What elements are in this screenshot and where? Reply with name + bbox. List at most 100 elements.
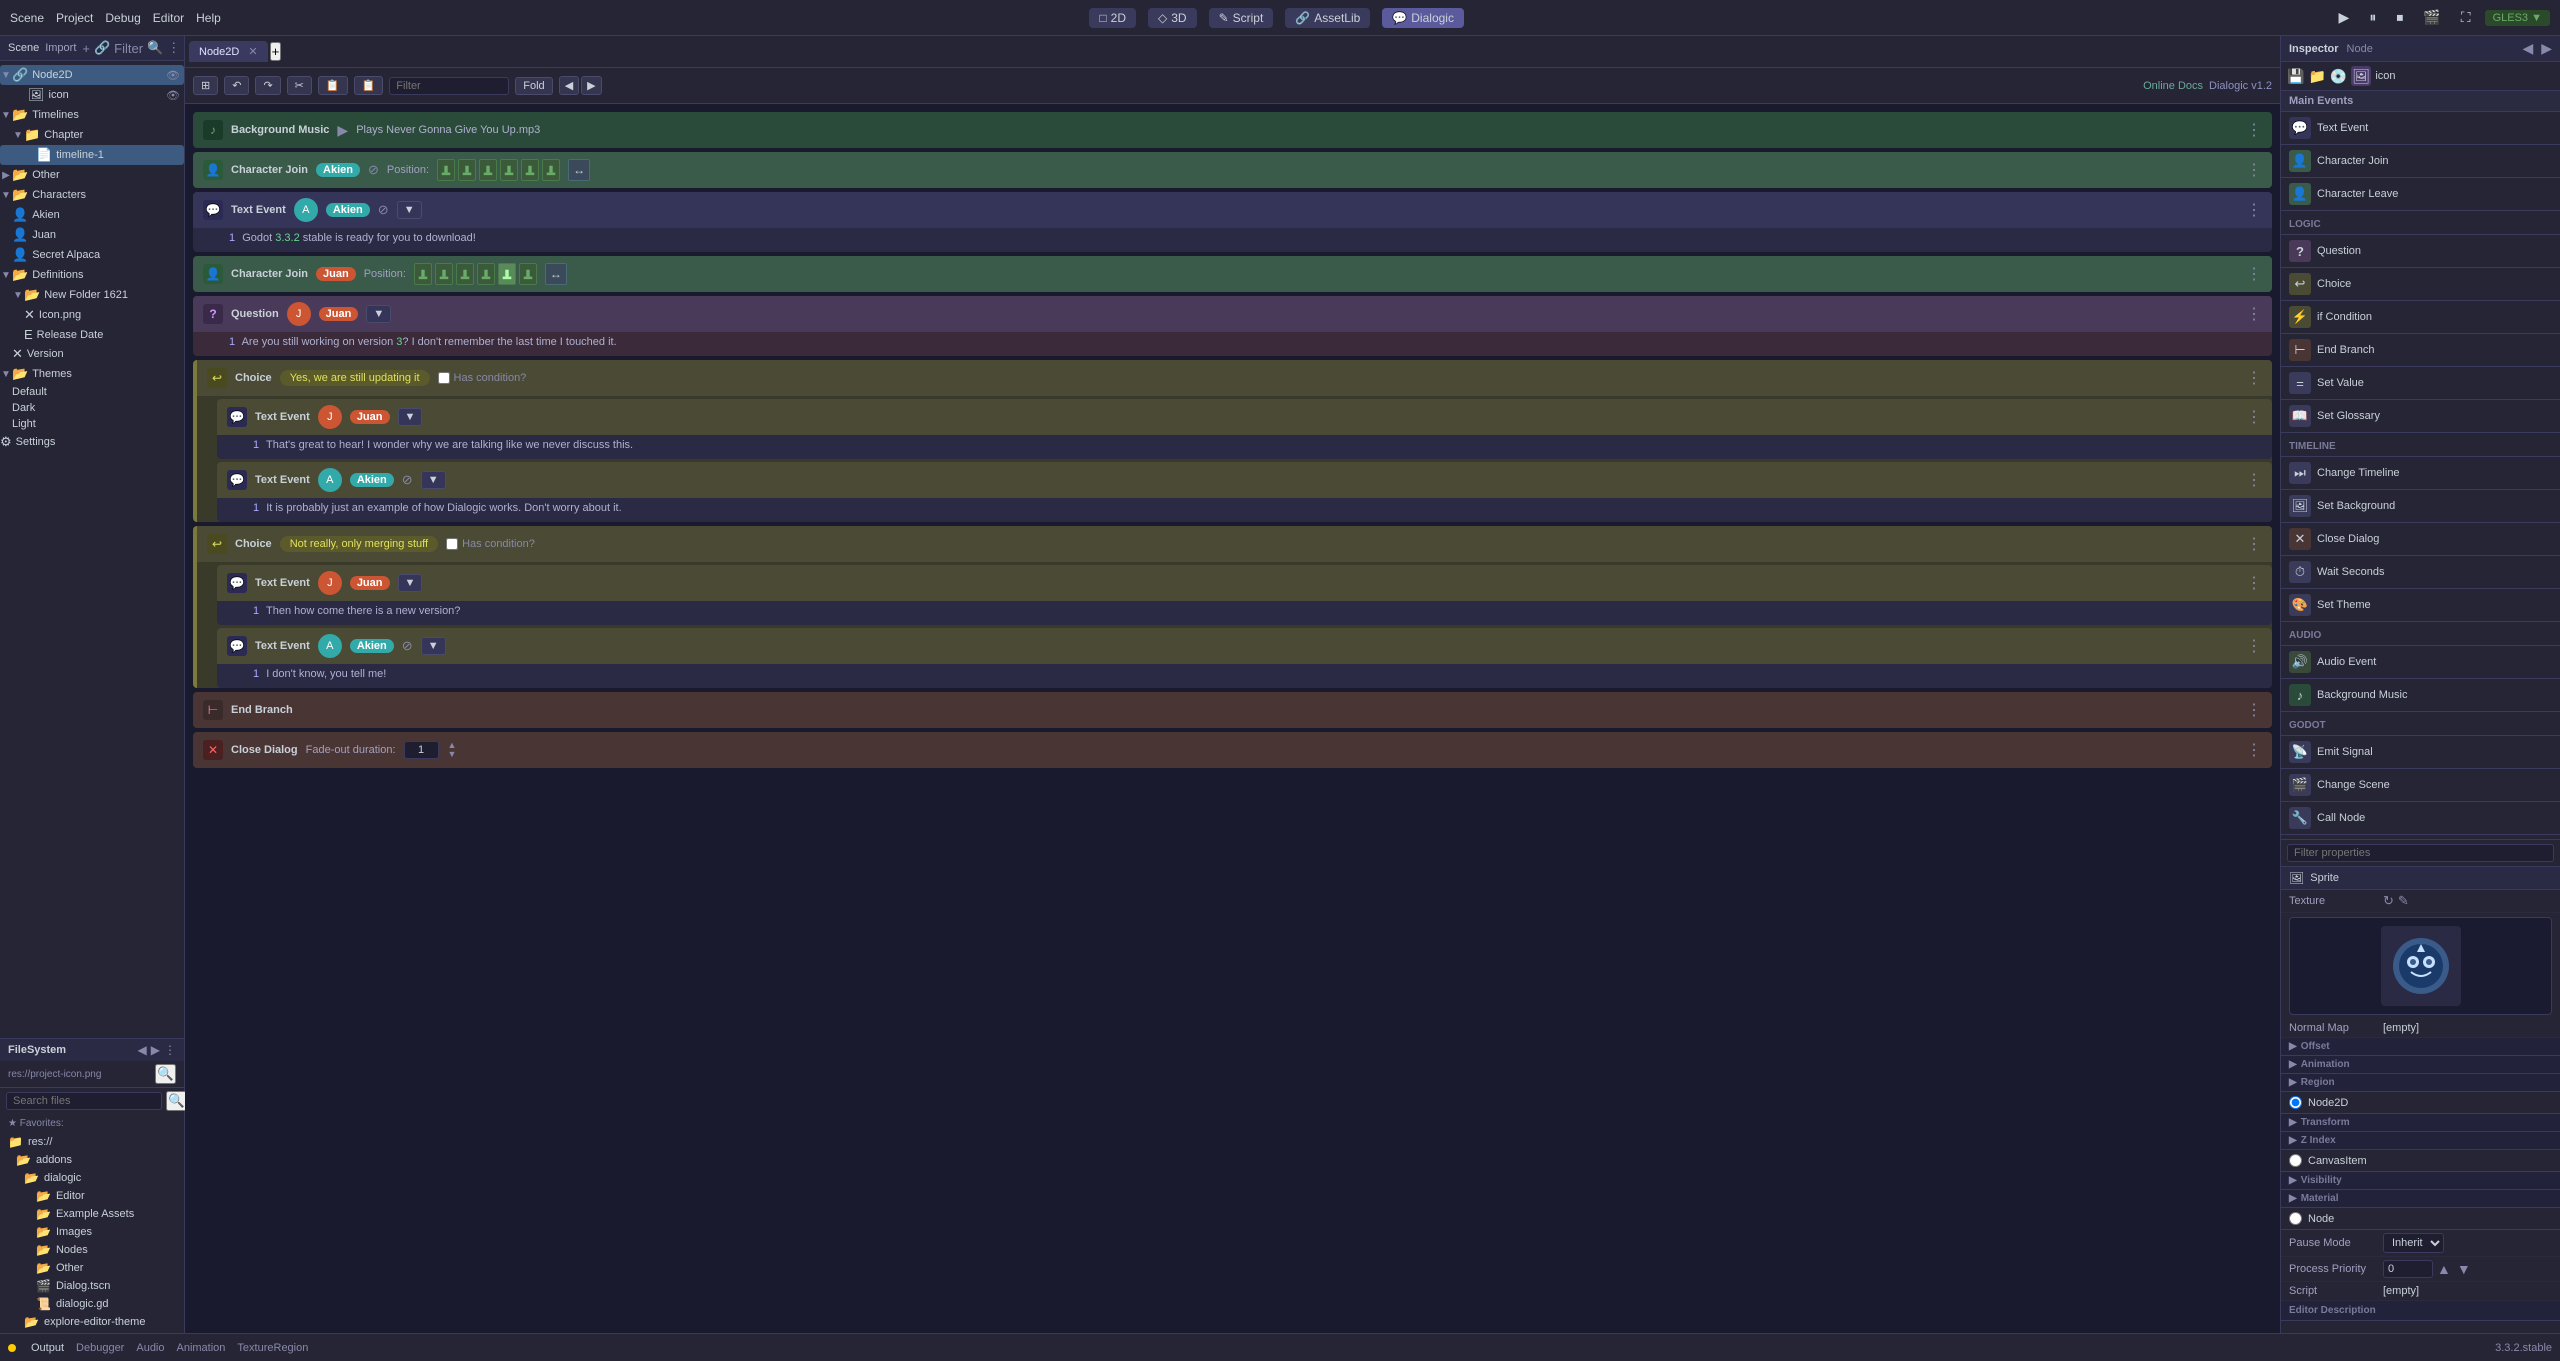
mode-script-button[interactable]: ✎ Script: [1209, 8, 1274, 28]
icon-eye-icon[interactable]: 👁: [166, 89, 180, 102]
insp-event-char-leave[interactable]: 👤 Character Leave: [2281, 178, 2560, 211]
insp-event-wait-seconds[interactable]: ⏱ Wait Seconds: [2281, 556, 2560, 589]
tab-node2d-close[interactable]: ✕: [248, 45, 257, 58]
mode-2d-button[interactable]: □ 2D: [1089, 8, 1136, 28]
movie-button[interactable]: 🎬: [2417, 7, 2446, 28]
tree-item-akien[interactable]: 👤 Akien: [0, 205, 184, 225]
choice-1-condition-checkbox[interactable]: [438, 372, 450, 384]
pos-pill-j5[interactable]: [498, 263, 516, 285]
tree-item-timelines[interactable]: ▼ 📂 Timelines: [0, 105, 184, 125]
play-button[interactable]: ▶: [2333, 7, 2356, 28]
fs-item-dialogic-gd[interactable]: 📜 dialogic.gd: [0, 1295, 184, 1313]
mode-dialogic-button[interactable]: 💬 Dialogic: [1382, 8, 1464, 28]
tree-item-settings[interactable]: ⚙ Settings: [0, 432, 184, 452]
toolbar-copy-button[interactable]: 📋: [318, 76, 348, 95]
node-radio[interactable]: [2289, 1212, 2302, 1225]
choice-2-condition-checkbox[interactable]: [446, 538, 458, 550]
menu-scene[interactable]: Scene: [10, 11, 44, 25]
question-menu[interactable]: ⋮: [2246, 304, 2262, 324]
node2d-radio[interactable]: [2289, 1096, 2302, 1109]
tree-item-default-theme[interactable]: Default: [0, 384, 184, 400]
insp-event-call-node[interactable]: 🔧 Call Node: [2281, 802, 2560, 835]
toolbar-cut-button[interactable]: ✂: [287, 76, 312, 95]
fs-nav-forward[interactable]: ▶: [151, 1043, 160, 1057]
text-nested-1-dropdown[interactable]: ▼: [398, 408, 423, 426]
filter-nodes-input[interactable]: Filter: [114, 40, 143, 56]
tree-item-secret-alpaca[interactable]: 👤 Secret Alpaca: [0, 245, 184, 265]
z-index-subsection[interactable]: ▶ Z Index: [2281, 1132, 2560, 1150]
text-1-dropdown[interactable]: ▼: [397, 201, 422, 219]
question-dropdown[interactable]: ▼: [366, 305, 391, 323]
fs-item-res[interactable]: 📁 res://: [0, 1133, 184, 1151]
pos-pill-j3[interactable]: [456, 263, 474, 285]
text-nested-2-menu[interactable]: ⋮: [2246, 470, 2262, 490]
filter-input[interactable]: [389, 77, 509, 95]
insp-event-emit-signal[interactable]: 📡 Emit Signal: [2281, 736, 2560, 769]
toolbar-grid-button[interactable]: ⊞: [193, 76, 218, 95]
animation-tab[interactable]: Animation: [177, 1342, 226, 1354]
filesystem-search-input[interactable]: [6, 1092, 162, 1110]
nav-next-button[interactable]: ▶: [581, 76, 601, 95]
tree-item-other[interactable]: ▶ 📂 Other: [0, 165, 184, 185]
fold-button[interactable]: Fold: [515, 77, 552, 95]
inspector-nav-forward[interactable]: ▶: [2541, 40, 2552, 57]
debugger-tab[interactable]: Debugger: [76, 1342, 124, 1354]
tab-node2d[interactable]: Node2D ✕: [189, 41, 268, 62]
char-join-2-menu[interactable]: ⋮: [2246, 264, 2262, 284]
tree-item-themes[interactable]: ▼ 📂 Themes: [0, 364, 184, 384]
insp-event-end-branch[interactable]: ⊢ End Branch: [2281, 334, 2560, 367]
end-branch-menu[interactable]: ⋮: [2246, 700, 2262, 720]
char-join-1-menu[interactable]: ⋮: [2246, 160, 2262, 180]
choice-2-menu[interactable]: ⋮: [2246, 534, 2262, 554]
node-tab[interactable]: Node: [2347, 43, 2373, 55]
fs-item-editor[interactable]: 📂 Editor: [0, 1187, 184, 1205]
canvas-item-radio[interactable]: [2289, 1154, 2302, 1167]
tree-item-light-theme[interactable]: Light: [0, 416, 184, 432]
inspector-folder-btn[interactable]: 📁: [2308, 68, 2325, 85]
filesystem-search-button[interactable]: 🔍: [155, 1064, 176, 1084]
tree-item-release-date[interactable]: E Release Date: [0, 325, 184, 344]
text-nested-4-menu[interactable]: ⋮: [2246, 636, 2262, 656]
add-tab-button[interactable]: +: [270, 42, 282, 61]
region-subsection[interactable]: ▶ Region: [2281, 1074, 2560, 1092]
filesystem-header[interactable]: FileSystem ◀ ▶ ⋮: [0, 1039, 184, 1061]
close-dialog-fade-input[interactable]: [404, 741, 439, 759]
scene-menu-button[interactable]: ⋮: [167, 40, 180, 56]
pos-pill-4[interactable]: [500, 159, 518, 181]
online-docs-link[interactable]: Online Docs: [2143, 80, 2203, 92]
fs-item-dialog-tscn[interactable]: 🎬 Dialog.tscn: [0, 1277, 184, 1295]
text-nested-2-dropdown[interactable]: ▼: [421, 471, 446, 489]
tree-item-chapter[interactable]: ▼ 📁 Chapter: [0, 125, 184, 145]
insp-event-close-dialog[interactable]: ✕ Close Dialog: [2281, 523, 2560, 556]
tree-item-dark-theme[interactable]: Dark: [0, 400, 184, 416]
pos-pill-j1[interactable]: [414, 263, 432, 285]
choice-1-menu[interactable]: ⋮: [2246, 368, 2262, 388]
text-nested-3-dropdown[interactable]: ▼: [398, 574, 423, 592]
menu-help[interactable]: Help: [196, 11, 221, 25]
search-nodes-button[interactable]: 🔍: [147, 40, 163, 56]
char-join-2-flip[interactable]: ↔: [545, 263, 567, 285]
node2d-eye-icon[interactable]: 👁: [166, 69, 180, 82]
tree-item-new-folder[interactable]: ▼ 📂 New Folder 1621: [0, 285, 184, 305]
pos-pill-1[interactable]: [437, 159, 455, 181]
insp-event-change-scene[interactable]: 🎬 Change Scene: [2281, 769, 2560, 802]
insp-event-set-glossary[interactable]: 📖 Set Glossary: [2281, 400, 2560, 433]
menu-project[interactable]: Project: [56, 11, 93, 25]
close-dialog-menu[interactable]: ⋮: [2246, 740, 2262, 760]
tree-item-icon[interactable]: 🖼 icon 👁: [0, 85, 184, 105]
insp-event-choice[interactable]: ↩ Choice: [2281, 268, 2560, 301]
insp-event-condition[interactable]: ⚡ if Condition: [2281, 301, 2560, 334]
tree-item-timeline1[interactable]: 📄 timeline-1: [0, 145, 184, 165]
insp-event-set-value[interactable]: = Set Value: [2281, 367, 2560, 400]
nav-prev-button[interactable]: ◀: [559, 76, 579, 95]
insp-event-char-join[interactable]: 👤 Character Join: [2281, 145, 2560, 178]
add-node-button[interactable]: +: [82, 40, 90, 56]
choice-1-text-btn[interactable]: Yes, we are still updating it: [280, 370, 430, 386]
texture-refresh-btn[interactable]: ↻: [2383, 893, 2394, 909]
mode-assetlib-button[interactable]: 🔗 AssetLib: [1285, 8, 1370, 28]
toolbar-undo-button[interactable]: ↶: [224, 76, 249, 95]
fs-item-dialogic[interactable]: 📂 dialogic: [0, 1169, 184, 1187]
close-dialog-spin-down[interactable]: ▼: [448, 750, 457, 759]
pos-pill-j4[interactable]: [477, 263, 495, 285]
texture-region-tab[interactable]: TextureRegion: [237, 1342, 308, 1354]
